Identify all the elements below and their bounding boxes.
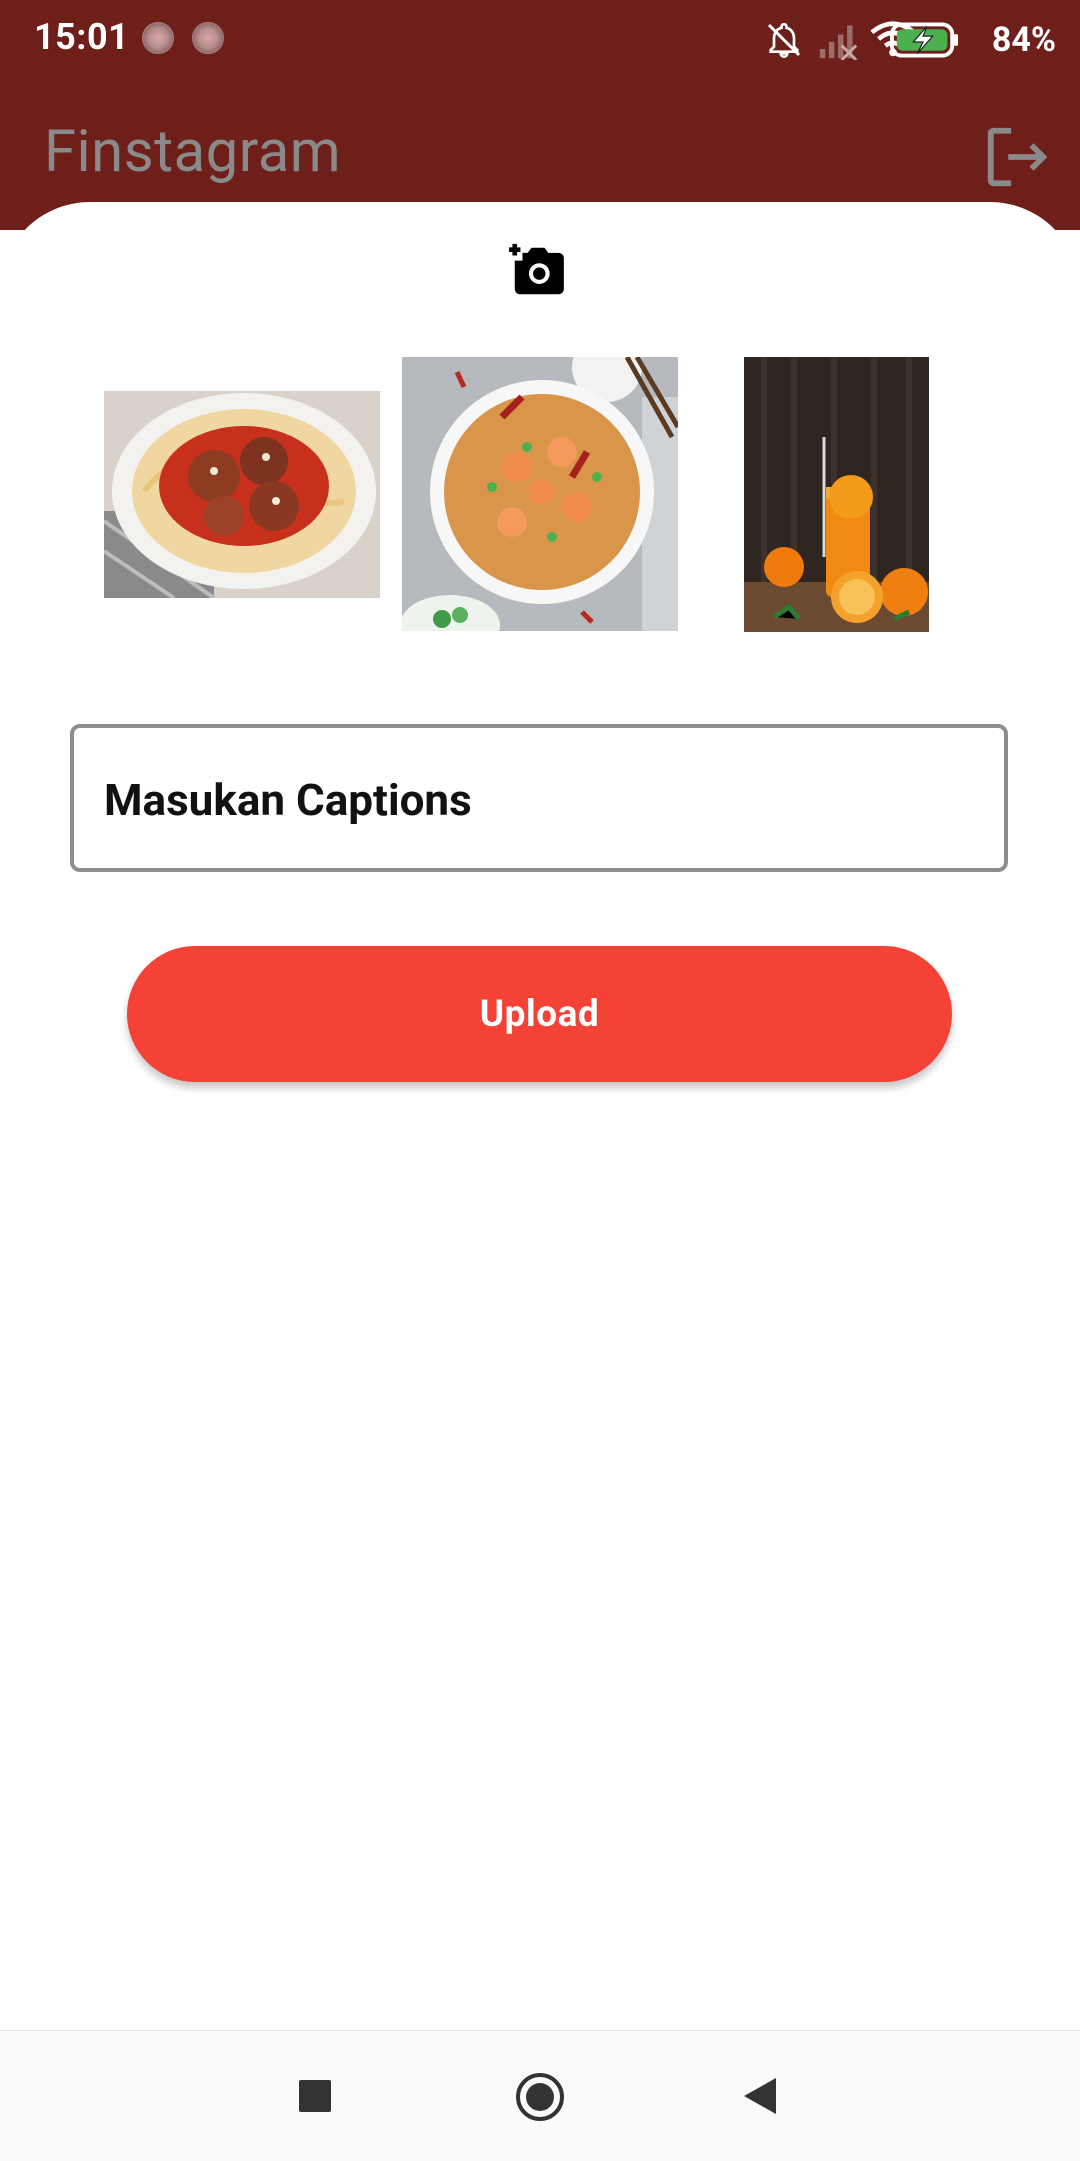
app-title: Finstagram	[44, 118, 342, 186]
shrimp-fried-rice-thumbnail[interactable]	[402, 357, 678, 631]
recents-button[interactable]	[298, 2079, 332, 2113]
back-button[interactable]	[742, 2076, 778, 2116]
orange-juice-thumbnail[interactable]	[744, 357, 929, 632]
battery-percent: 84%	[991, 20, 1056, 60]
notifications-off-icon	[767, 22, 801, 59]
notification-indicator-icon	[142, 22, 174, 54]
logout-icon[interactable]	[982, 122, 1052, 192]
caption-input[interactable]: Masukan Captions	[70, 724, 1008, 872]
spaghetti-meatballs-thumbnail[interactable]	[104, 391, 380, 598]
home-button[interactable]	[515, 2072, 565, 2122]
battery-charging-icon	[890, 22, 959, 58]
upload-button[interactable]: Upload	[127, 946, 952, 1082]
notification-indicator-icon	[192, 22, 224, 54]
status-time: 15:01	[34, 16, 130, 58]
caption-placeholder: Masukan Captions	[104, 774, 472, 826]
status-icons: 84%	[756, 14, 1056, 64]
upload-button-label: Upload	[479, 992, 600, 1036]
signal-icon	[819, 25, 858, 60]
add-photo-icon[interactable]	[505, 240, 571, 302]
status-bar: 15:01 84%	[0, 0, 1080, 78]
system-navigation-bar	[0, 2030, 1080, 2161]
